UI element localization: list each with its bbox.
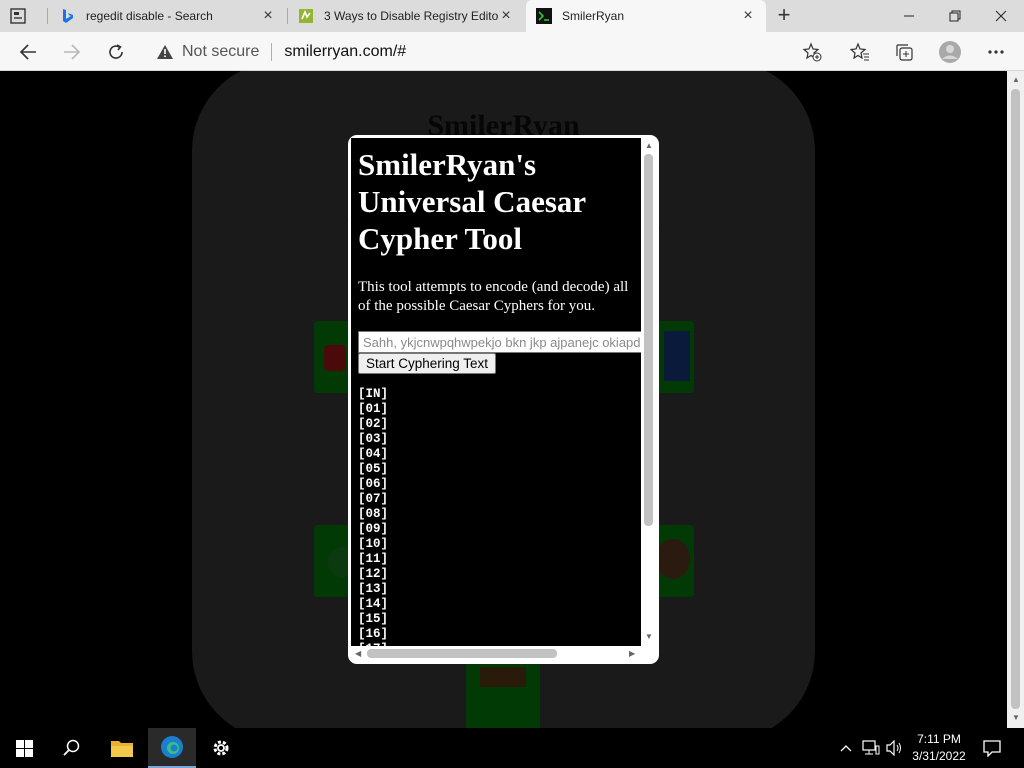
scroll-left-icon[interactable]: ◀ <box>355 649 361 658</box>
page-scrollbar[interactable]: ▲ ▼ <box>1007 71 1024 728</box>
modal-vertical-scrollbar[interactable]: ▲ ▼ <box>641 138 656 646</box>
output-line: [02] <box>358 417 389 431</box>
scroll-right-icon[interactable]: ▶ <box>629 649 635 658</box>
youtube-icon <box>324 345 346 371</box>
tab-strip: regedit disable - Search × 3 Ways to Dis… <box>0 0 1024 32</box>
tab-title: SmilerRyan <box>562 9 625 23</box>
scroll-down-icon[interactable]: ▼ <box>1012 713 1020 722</box>
tab-separator <box>47 8 48 24</box>
output-line: [01] <box>358 402 389 416</box>
settings-gear-icon[interactable] <box>200 728 242 768</box>
tab-close-icon[interactable]: × <box>740 8 756 24</box>
output-line: [15] <box>358 612 389 626</box>
taskbar-clock[interactable]: 7:11 PM 3/31/2022 <box>905 731 973 765</box>
output-line: [08] <box>358 507 389 521</box>
facebook-icon <box>664 331 690 381</box>
search-icon[interactable] <box>52 728 92 768</box>
output-line: [16] <box>358 627 389 641</box>
tab-close-icon[interactable]: × <box>498 8 514 24</box>
close-window-button[interactable] <box>978 0 1024 32</box>
minimize-button[interactable] <box>886 0 932 32</box>
tab-title: 3 Ways to Disable Registry Editor <box>324 9 498 23</box>
cypher-input[interactable] <box>358 331 641 353</box>
start-button[interactable] <box>4 728 44 768</box>
tab-actions-icon[interactable] <box>8 6 28 26</box>
edge-taskbar-icon[interactable] <box>148 728 196 768</box>
tool-description: This tool attempts to encode (and decode… <box>358 279 629 314</box>
tab-smilerryan[interactable]: SmilerRyan × <box>526 0 766 32</box>
favorites-icon[interactable] <box>846 38 874 66</box>
tab-title: regedit disable - Search <box>86 9 213 23</box>
browser-toolbar: Not secure smilerryan.com/# <box>0 32 1024 71</box>
project-icon <box>480 667 526 687</box>
clock-date: 3/31/2022 <box>912 749 966 763</box>
tab-disable-registry[interactable]: 3 Ways to Disable Registry Editor × <box>288 0 524 32</box>
url-text[interactable]: smilerryan.com/# <box>284 43 406 61</box>
output-line: [12] <box>358 567 389 581</box>
security-label[interactable]: Not secure <box>182 43 259 61</box>
scroll-up-icon[interactable]: ▲ <box>1012 75 1020 84</box>
back-button[interactable] <box>14 38 42 66</box>
output-line: [09] <box>358 522 389 536</box>
address-divider <box>271 42 273 61</box>
output-line: [03] <box>358 432 389 446</box>
refresh-button[interactable] <box>102 38 130 66</box>
clock-time: 7:11 PM <box>917 732 961 746</box>
tab-close-icon[interactable]: × <box>260 8 276 24</box>
tab-bing-search[interactable]: regedit disable - Search × <box>50 0 286 32</box>
network-icon[interactable] <box>860 728 882 768</box>
taskbar: 7:11 PM 3/31/2022 <box>0 728 1024 768</box>
output-line: [05] <box>358 462 389 476</box>
output-line: [10] <box>358 537 389 551</box>
start-cyphering-button[interactable]: Start Cyphering Text <box>358 353 497 374</box>
new-tab-button[interactable]: + <box>772 4 796 28</box>
restore-button[interactable] <box>932 0 978 32</box>
output-line: [06] <box>358 477 389 491</box>
forward-button[interactable] <box>58 38 86 66</box>
modal-hscroll-thumb[interactable] <box>367 649 557 658</box>
cypher-modal: SmilerRyan's Universal Caesar Cypher Too… <box>348 135 659 664</box>
more-menu-icon[interactable] <box>982 38 1010 66</box>
add-favorite-icon[interactable] <box>798 38 826 66</box>
terminal-icon <box>536 8 552 24</box>
volume-icon[interactable] <box>884 728 906 768</box>
output-line: [13] <box>358 582 389 596</box>
bing-icon <box>60 8 76 24</box>
output-line: [11] <box>358 552 389 566</box>
notification-icon[interactable] <box>978 728 1006 768</box>
file-explorer-icon[interactable] <box>102 728 142 768</box>
profile-avatar[interactable] <box>936 38 964 66</box>
output-line: [14] <box>358 597 389 611</box>
cypher-output: [IN] [01] [02] [03] [04] [05] [06] [07] [08] [09]… <box>358 387 388 646</box>
cypher-tool-panel: SmilerRyan's Universal Caesar Cypher Too… <box>351 138 641 646</box>
collections-icon[interactable] <box>890 38 918 66</box>
chip-icon <box>656 539 690 579</box>
scroll-down-icon[interactable]: ▼ <box>645 632 653 641</box>
output-line: [04] <box>358 447 389 461</box>
tool-title: SmilerRyan's Universal Caesar Cypher Too… <box>358 147 586 256</box>
wikihow-icon <box>298 8 314 24</box>
output-line: [07] <box>358 492 389 506</box>
page-scrollbar-thumb[interactable] <box>1011 89 1020 709</box>
modal-vscroll-thumb[interactable] <box>644 154 653 526</box>
address-bar[interactable]: Not secure smilerryan.com/# <box>146 36 836 67</box>
warning-icon[interactable] <box>156 44 176 60</box>
modal-horizontal-scrollbar[interactable]: ◀ ▶ <box>351 646 641 661</box>
scroll-up-icon[interactable]: ▲ <box>645 141 653 150</box>
project-tile[interactable] <box>466 661 540 728</box>
output-line: [IN] <box>358 387 389 401</box>
chevron-up-icon[interactable] <box>836 728 856 768</box>
